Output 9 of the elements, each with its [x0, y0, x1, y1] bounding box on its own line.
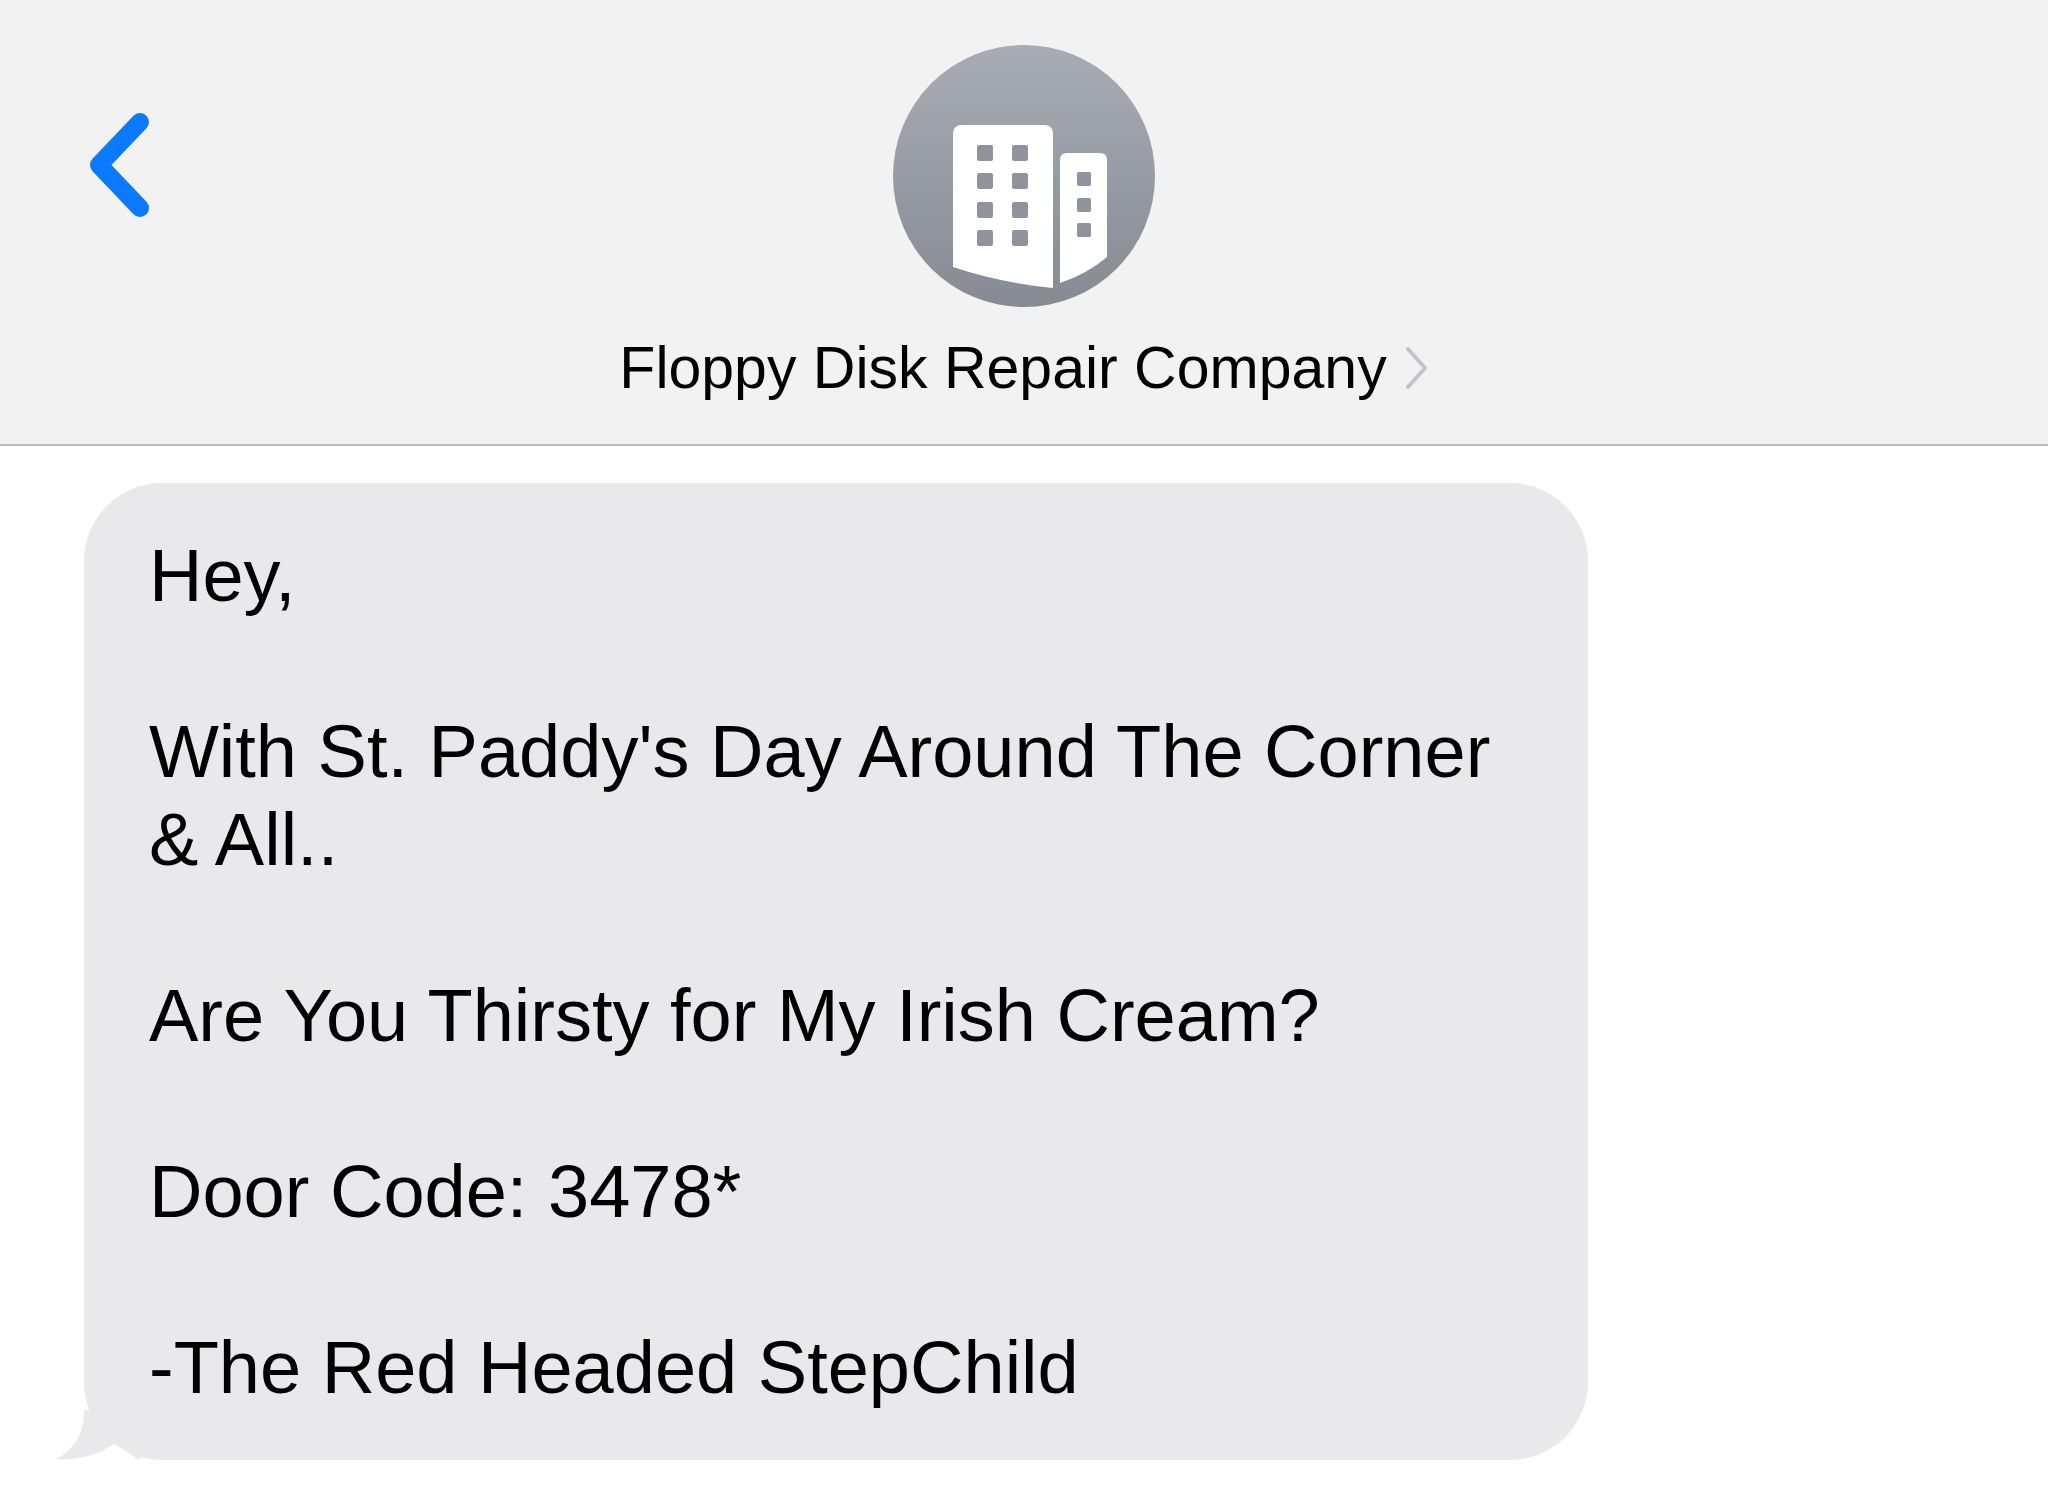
message-text: Door Code: 3478*	[149, 1149, 743, 1235]
message-text: -The Red Headed StepChild	[149, 1325, 1080, 1411]
chevron-right-icon	[1404, 346, 1429, 390]
building-avatar-icon	[893, 45, 1155, 307]
back-chevron-icon	[88, 112, 150, 218]
message-text: Are You Thirsty for My Irish Cream?	[149, 973, 1321, 1059]
message-text: With St. Paddy's Day Around The Corner & All..	[149, 709, 1492, 883]
message-text: Hey,	[149, 533, 297, 619]
contact-name-button[interactable]: Floppy Disk Repair Company	[619, 334, 1429, 402]
